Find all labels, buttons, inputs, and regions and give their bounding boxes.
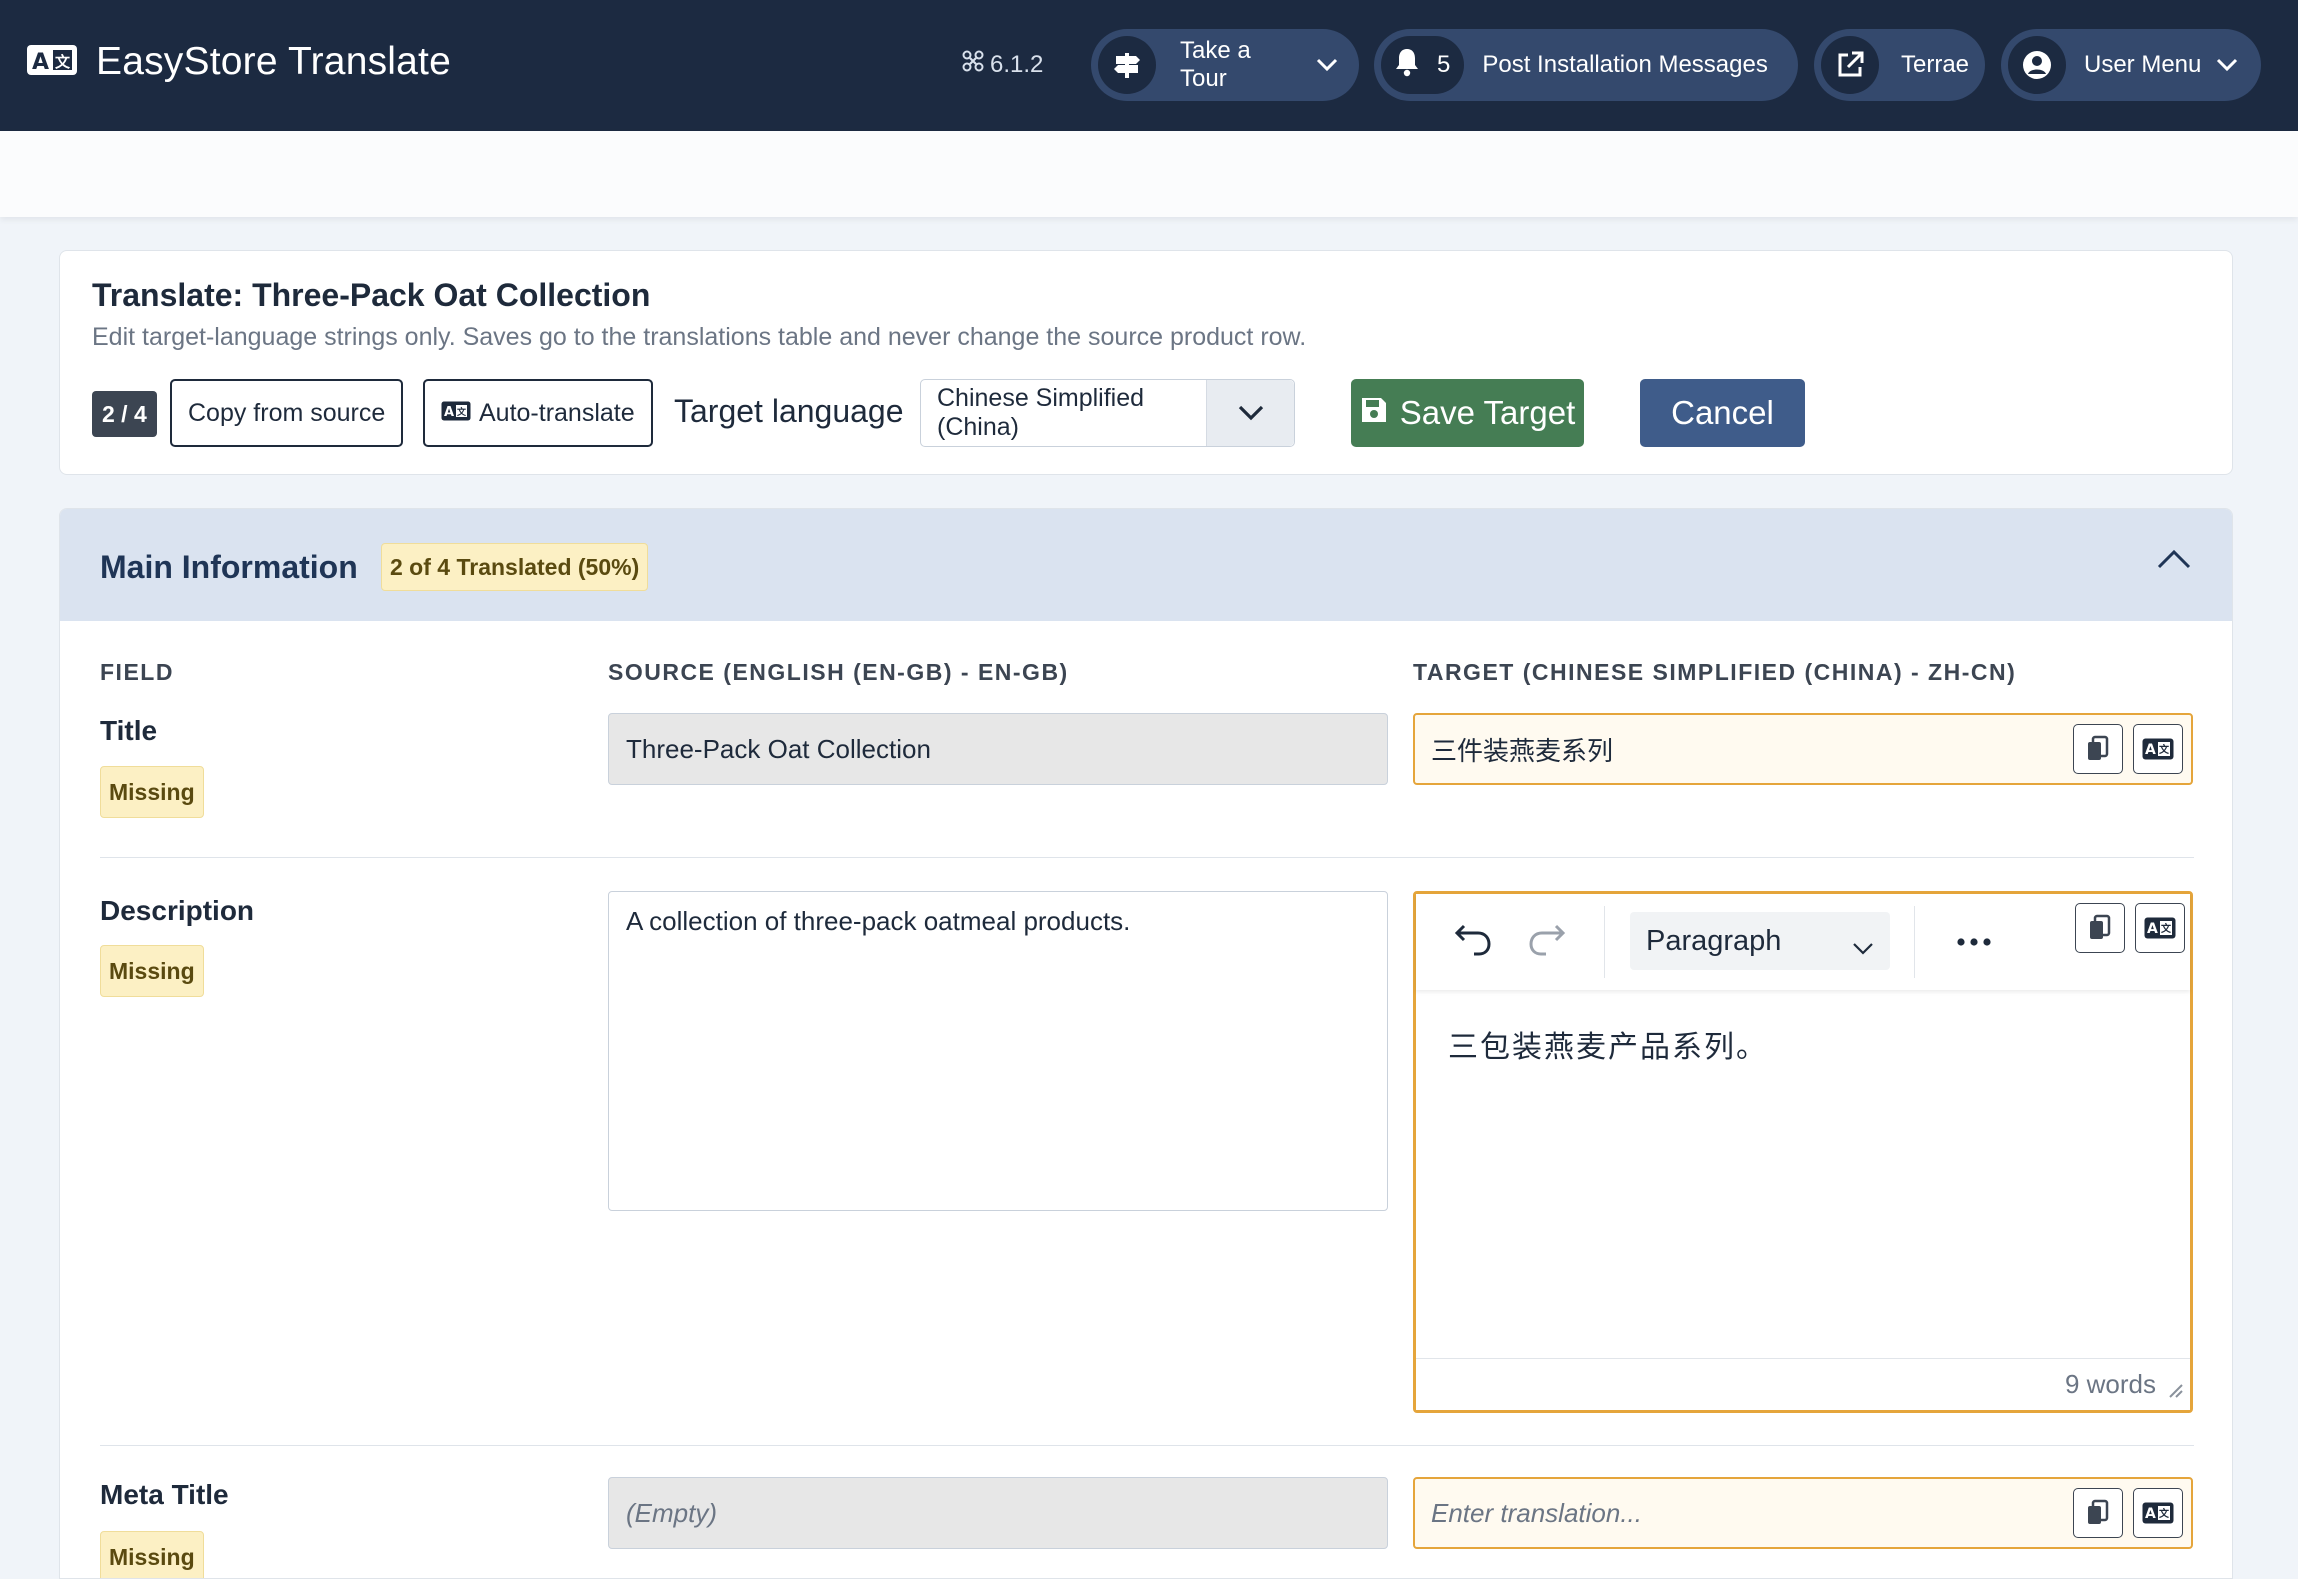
word-count: 9 words [2064,1369,2156,1399]
chevron-down-icon [2215,57,2239,73]
translate-icon[interactable]: A文 [2133,1488,2183,1538]
undo-icon[interactable] [1454,918,1494,963]
version-info: 6.1.2 [962,50,1043,79]
editor-toolbar: Paragraph A文 [1416,894,2190,990]
site-link-button[interactable]: Terrae [1814,29,1985,101]
bell-icon [1393,47,1421,84]
chevron-down-icon [1315,57,1339,73]
toolbar-separator [1914,906,1915,978]
row-divider [100,857,2194,858]
target-title-input[interactable]: 三件装燕麦系列 A文 [1413,713,2193,785]
copy-from-source-label: Copy from source [188,398,386,427]
panel-header[interactable]: Main Information 2 of 4 Translated (50%) [60,509,2232,621]
app-title: EasyStore Translate [96,40,451,83]
version-number: 6.1.2 [990,50,1044,78]
more-icon[interactable] [1954,922,1994,967]
editor-actions: A文 [2075,903,2190,953]
translate-icon[interactable]: A文 [2135,903,2185,953]
svg-text:文: 文 [456,406,467,418]
svg-text:A: A [32,50,49,75]
notification-indicator: 5 [1381,36,1465,94]
column-header-source: SOURCE (ENGLISH (EN-GB) - EN-GB) [608,659,1069,685]
translate-card: Translate: Three-Pack Oat Collection Edi… [59,250,2233,475]
column-header-field: FIELD [100,659,174,685]
field-name-description: Description [100,895,255,926]
auto-translate-label: Auto-translate [479,398,635,427]
status-badge: Missing [100,945,204,997]
target-title-value: 三件装燕麦系列 [1431,735,1614,766]
copy-from-source-button[interactable]: Copy from source [170,379,404,447]
main-information-panel: Main Information 2 of 4 Translated (50%)… [59,508,2233,1579]
editor-statusbar: 9 words [1416,1358,2190,1410]
svg-text:文: 文 [2161,922,2172,935]
svg-text:文: 文 [2159,743,2170,756]
translate-icon[interactable]: A文 [2133,724,2183,774]
target-language-value: Chinese Simplified (China) [937,384,1145,441]
translate-icon: A文 [441,399,471,428]
svg-text:A: A [2145,1506,2156,1522]
svg-text:A: A [444,405,454,420]
field-name-meta-title: Meta Title [100,1479,229,1510]
status-badge: Missing [100,766,204,818]
top-header: A文 EasyStore Translate 6.1.2 Take a Tour… [0,0,2298,131]
target-description-editor: Paragraph A文 三包装燕麦产品系列。 9 words [1413,891,2193,1413]
editor-content[interactable]: 三包装燕麦产品系列。 [1448,1022,1768,1066]
target-language-label: Target language [674,393,904,429]
site-label: Terrae [1901,51,1970,78]
take-a-tour-button[interactable]: Take a Tour [1091,29,1359,101]
resize-grip-icon[interactable] [2166,1381,2184,1404]
svg-text:文: 文 [2159,1507,2170,1520]
user-menu-button[interactable]: User Menu [2001,29,2261,101]
target-language-select[interactable]: Chinese Simplified (China) [920,379,1295,447]
messages-label: Post Installation Messages [1482,51,1768,78]
chevron-down-icon [1852,931,1874,964]
save-target-label: Save Target [1399,394,1576,431]
target-meta-title-placeholder: Enter translation... [1431,1497,1642,1528]
chevron-down-icon [1206,380,1294,446]
page-title: Translate: Three-Pack Oat Collection [92,277,651,313]
floppy-disk-icon [1360,394,1388,432]
column-header-target: TARGET (CHINESE SIMPLIFIED (CHINA) - ZH-… [1413,659,2017,685]
tour-label: Take a Tour [1180,37,1251,92]
svg-text:A: A [2145,742,2156,758]
field-name-title: Title [100,715,158,746]
redo-icon[interactable] [1526,918,1566,963]
toolbar-separator [1604,906,1605,978]
section-title: Main Information [100,549,358,585]
item-counter-badge: 2 / 4 [92,391,157,437]
svg-text:文: 文 [55,53,71,71]
translate-icon: A文 [26,42,78,83]
external-link-icon [1821,36,1879,94]
block-format-value: Paragraph [1646,924,1782,957]
user-circle-icon [2008,36,2066,94]
source-description-field: A collection of three-pack oatmeal produ… [608,891,1388,1211]
block-format-select[interactable]: Paragraph [1630,912,1890,970]
cancel-button[interactable]: Cancel [1640,379,1805,447]
copy-icon[interactable] [2075,903,2125,953]
chevron-up-icon[interactable] [2156,547,2192,576]
post-installation-messages-button[interactable]: 5 Post Installation Messages [1374,29,1798,101]
target-meta-title-input[interactable]: Enter translation... A文 [1413,1477,2193,1549]
svg-text:A: A [2147,921,2158,937]
translation-progress-badge: 2 of 4 Translated (50%) [381,543,649,591]
copy-icon[interactable] [2073,724,2123,774]
user-menu-label: User Menu [2084,51,2202,78]
brand: A文 EasyStore Translate [26,40,451,84]
signpost-icon [1098,36,1156,94]
save-target-button[interactable]: Save Target [1351,379,1584,447]
source-title-field: Three-Pack Oat Collection [608,713,1388,785]
page-subtitle: Edit target-language strings only. Saves… [92,323,1307,351]
joomla-icon [962,50,984,79]
row-divider [100,1445,2194,1446]
sub-toolbar [0,131,2298,217]
source-meta-title-field: (Empty) [608,1477,1388,1549]
copy-icon[interactable] [2073,1488,2123,1538]
notification-count: 5 [1437,51,1451,78]
cancel-label: Cancel [1671,394,1774,431]
status-badge: Missing [100,1531,204,1578]
auto-translate-button[interactable]: A文 Auto-translate [423,379,653,447]
